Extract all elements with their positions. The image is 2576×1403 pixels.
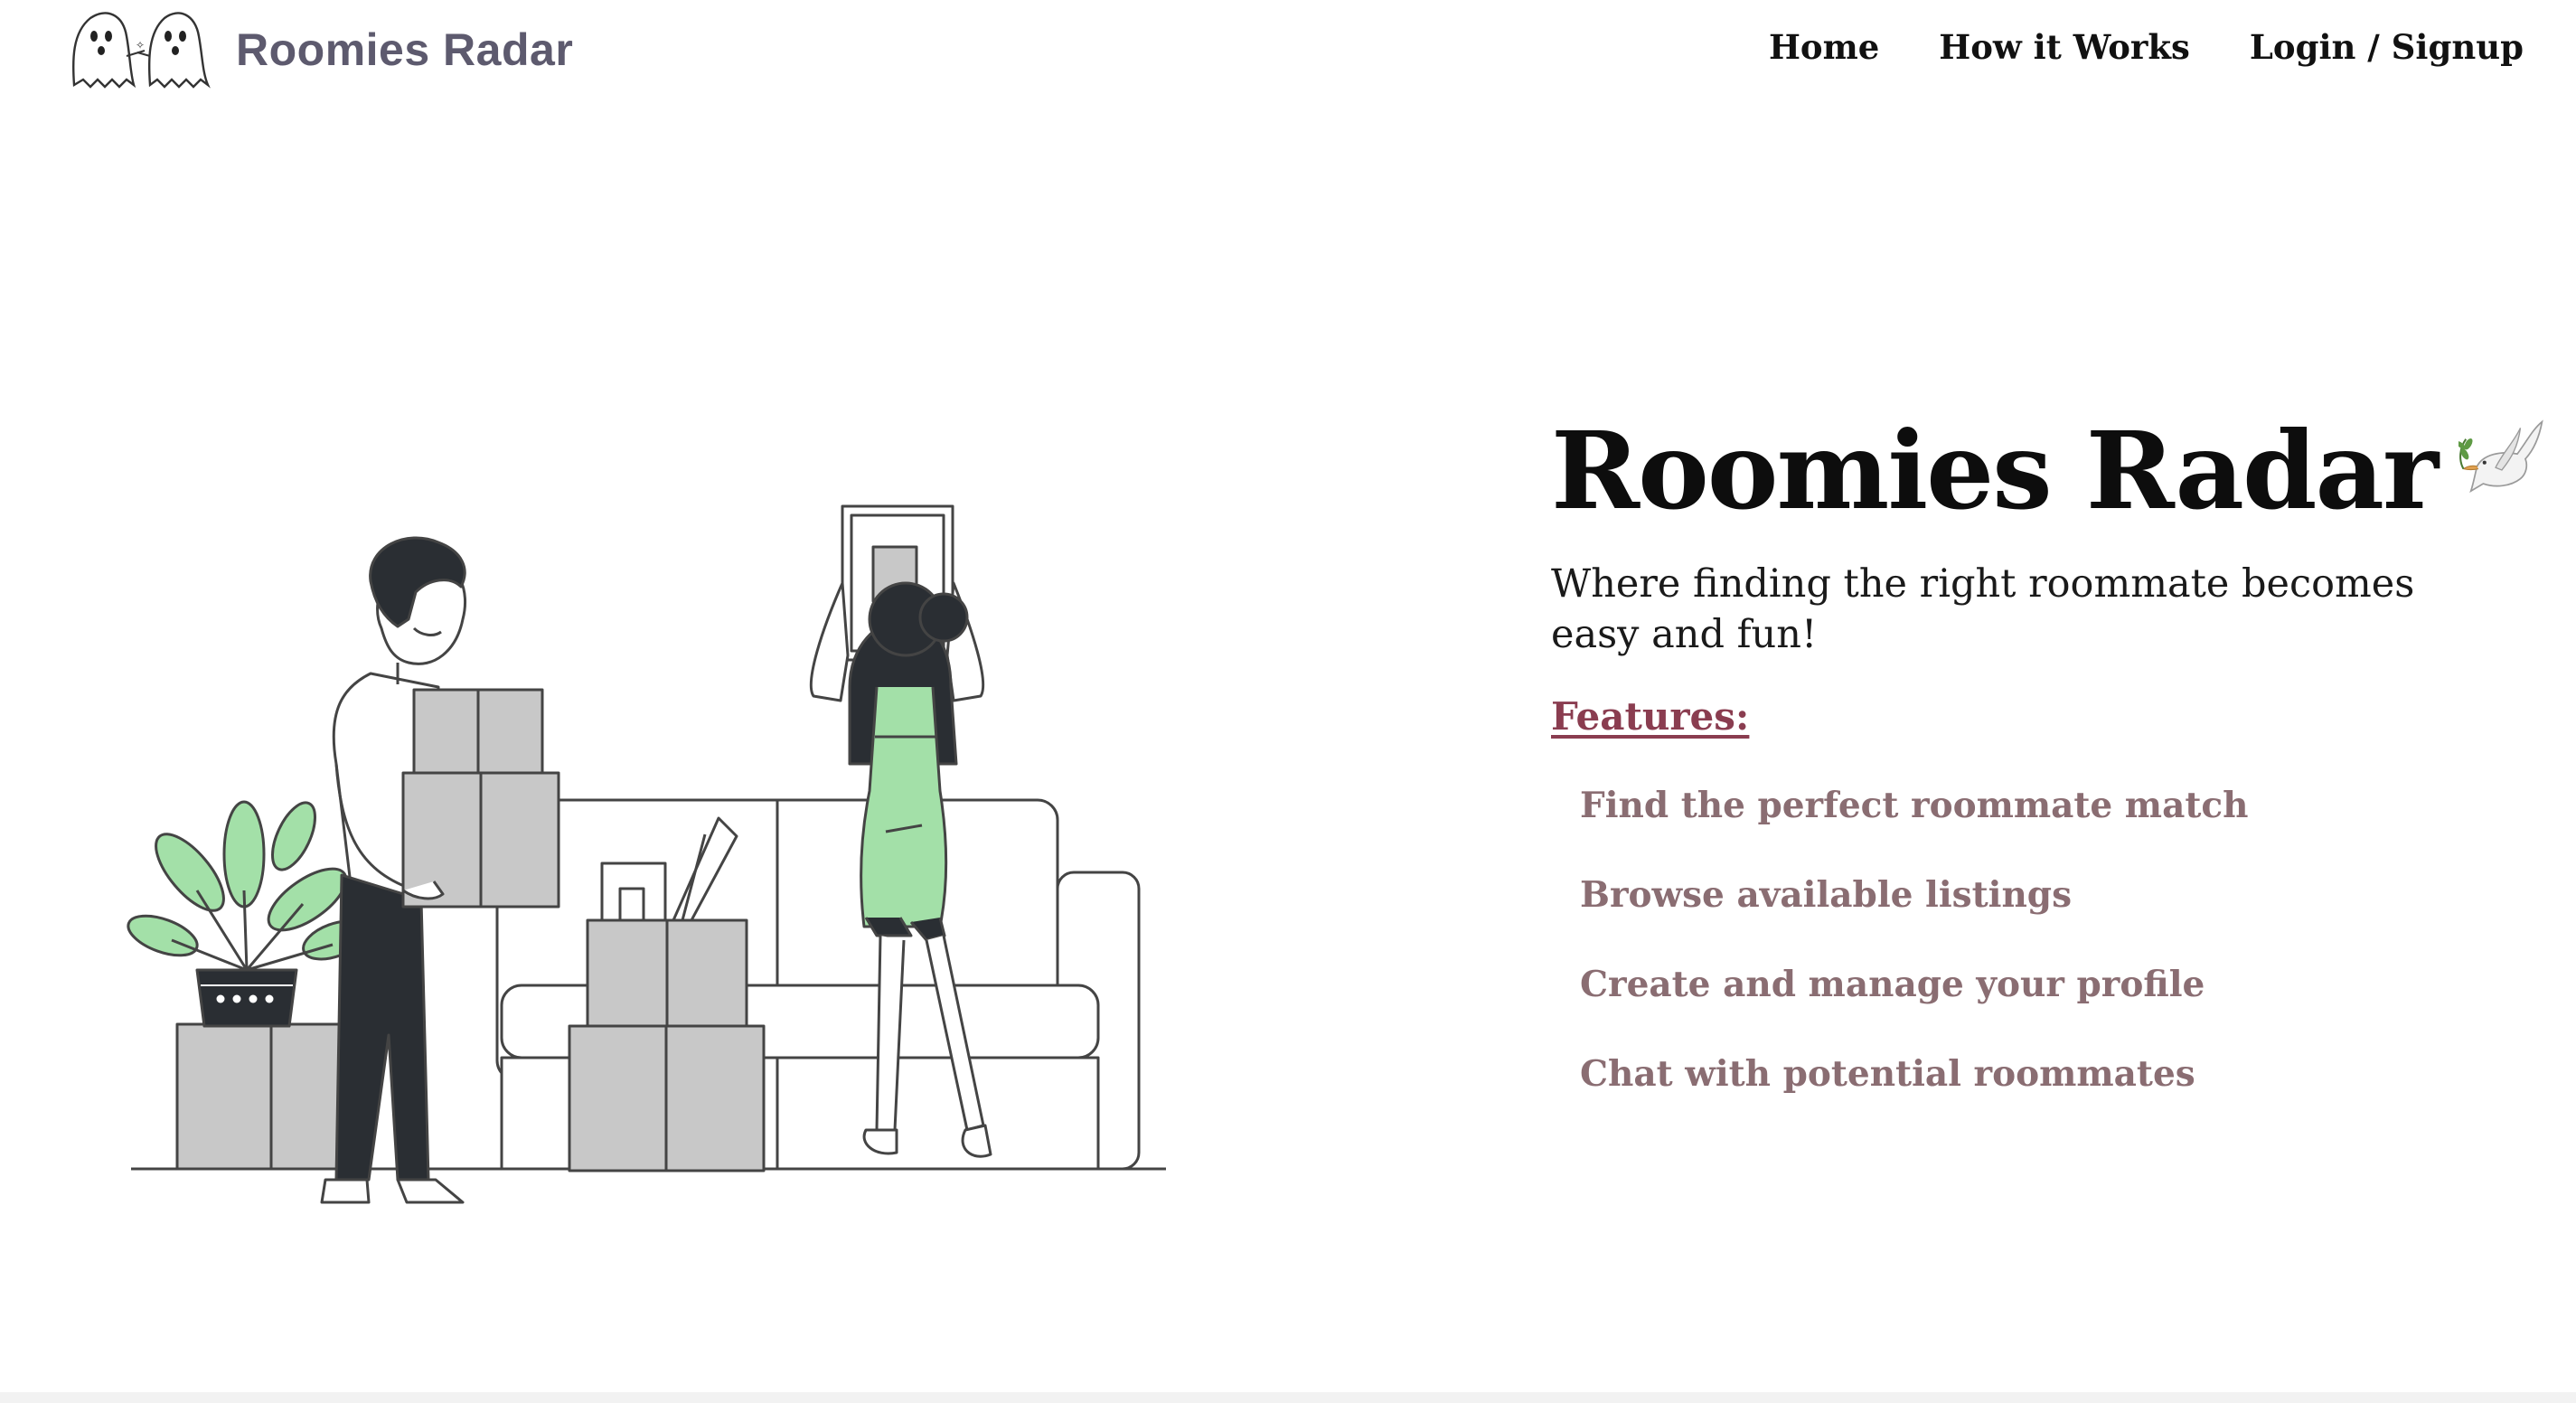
ghost-pair-icon: ✧ xyxy=(71,12,211,89)
svg-text:✧: ✧ xyxy=(136,39,145,52)
feature-item: Browse available listings xyxy=(1580,874,2073,916)
nav-home-link[interactable]: Home xyxy=(1769,20,1879,74)
hero-subtitle: Where finding the right roommate becomes… xyxy=(1551,561,2415,657)
dove-icon xyxy=(2458,419,2543,494)
nav-login-signup-link[interactable]: Login / Signup xyxy=(2250,20,2524,74)
hero-title: Roomies Radar xyxy=(1551,407,2439,533)
page-bottom-divider xyxy=(0,1392,2576,1403)
feature-item: Chat with potential roommates xyxy=(1580,1053,2195,1095)
hero-title-row: Roomies Radar xyxy=(1551,398,2545,542)
moving-in-illustration xyxy=(127,504,1166,1204)
brand-name: Roomies Radar xyxy=(236,24,574,75)
features-list: Find the perfect roommate match Browse a… xyxy=(1580,778,2545,1136)
feature-item: Find the perfect roommate match xyxy=(1580,785,2249,826)
features-heading: Features: xyxy=(1551,694,1750,739)
main-nav: Home How it Works Login / Signup xyxy=(1769,20,2524,74)
brand[interactable]: ✧ Roomies Radar xyxy=(63,4,573,94)
feature-item: Create and manage your profile xyxy=(1580,964,2205,1005)
site-header: ✧ Roomies Radar Home How it Works Login … xyxy=(0,0,2576,99)
nav-how-it-works-link[interactable]: How it Works xyxy=(1939,20,2190,74)
hero-section: Roomies Radar Where finding the right ro… xyxy=(1551,398,2545,1136)
